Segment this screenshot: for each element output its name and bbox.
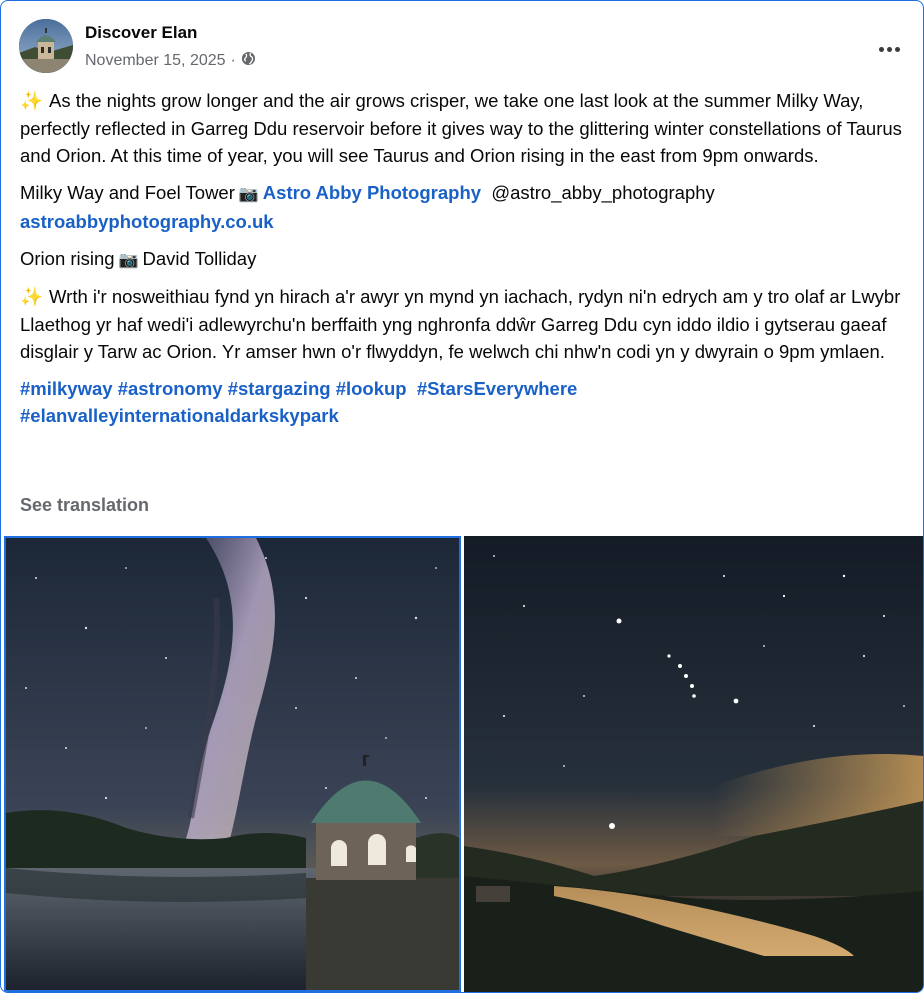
- hashtag[interactable]: #lookup: [336, 378, 407, 399]
- hashtag[interactable]: #milkyway: [20, 378, 113, 399]
- sparkle-icon: ✨: [20, 90, 44, 111]
- post-body: ✨ As the nights grow longer and the air g…: [20, 87, 908, 439]
- paragraph-credit-milkyway: Milky Way and Foel Tower 📷 Astro Abby Phot…: [20, 179, 908, 236]
- globe-icon: [241, 51, 256, 71]
- post-card: Discover Elan November 15, 2025 · ✨ As th…: [0, 0, 924, 993]
- more-options-icon: [877, 46, 901, 52]
- milky-way-image: [6, 538, 459, 990]
- hashtag[interactable]: #stargazing: [228, 378, 331, 399]
- post-date[interactable]: November 15, 2025: [85, 52, 226, 70]
- meta-separator: ·: [230, 52, 236, 69]
- orion-prefix: Orion rising: [20, 247, 115, 269]
- paragraph-credit-orion: Orion rising 📷 David Tolliday: [20, 245, 908, 275]
- orion-photographer: David Tolliday: [142, 247, 257, 269]
- orion-image: [464, 536, 923, 992]
- hashtags: #milkyway #astronomy #stargazing #lookup…: [20, 375, 908, 430]
- photo-milky-way[interactable]: [4, 536, 461, 992]
- astro-abby-link[interactable]: Astro Abby Photography: [263, 182, 481, 203]
- instagram-handle: @astro_abby_photography: [491, 181, 715, 203]
- camera-icon: 📷: [118, 251, 139, 269]
- author-name[interactable]: Discover Elan: [85, 23, 197, 43]
- paragraph-welsh: ✨ Wrth i'r nosweithiau fynd yn hirach a'r…: [20, 283, 908, 366]
- paragraph-english-text: As the nights grow longer and the air gr…: [20, 90, 902, 166]
- sparkle-icon: ✨: [20, 286, 44, 307]
- hashtag[interactable]: #StarsEverywhere: [417, 378, 577, 399]
- post-header: Discover Elan November 15, 2025 ·: [19, 19, 923, 77]
- camera-icon: 📷: [238, 185, 259, 203]
- paragraph-english: ✨ As the nights grow longer and the air g…: [20, 87, 908, 170]
- paragraph-welsh-text: Wrth i'r nosweithiau fynd yn hirach a'r …: [20, 286, 901, 362]
- photo-orion-rising[interactable]: [464, 536, 923, 992]
- hashtag[interactable]: #astronomy: [118, 378, 223, 399]
- more-options-button[interactable]: [873, 33, 905, 65]
- post-meta: November 15, 2025 ·: [85, 51, 256, 71]
- hashtag[interactable]: #elanvalleyinternationaldarkskypark: [20, 405, 339, 426]
- avatar[interactable]: [19, 19, 73, 73]
- website-link[interactable]: astroabbyphotography.co.uk: [20, 211, 274, 232]
- see-translation-link[interactable]: See translation: [20, 495, 149, 516]
- credit-prefix: Milky Way and Foel Tower: [20, 181, 235, 203]
